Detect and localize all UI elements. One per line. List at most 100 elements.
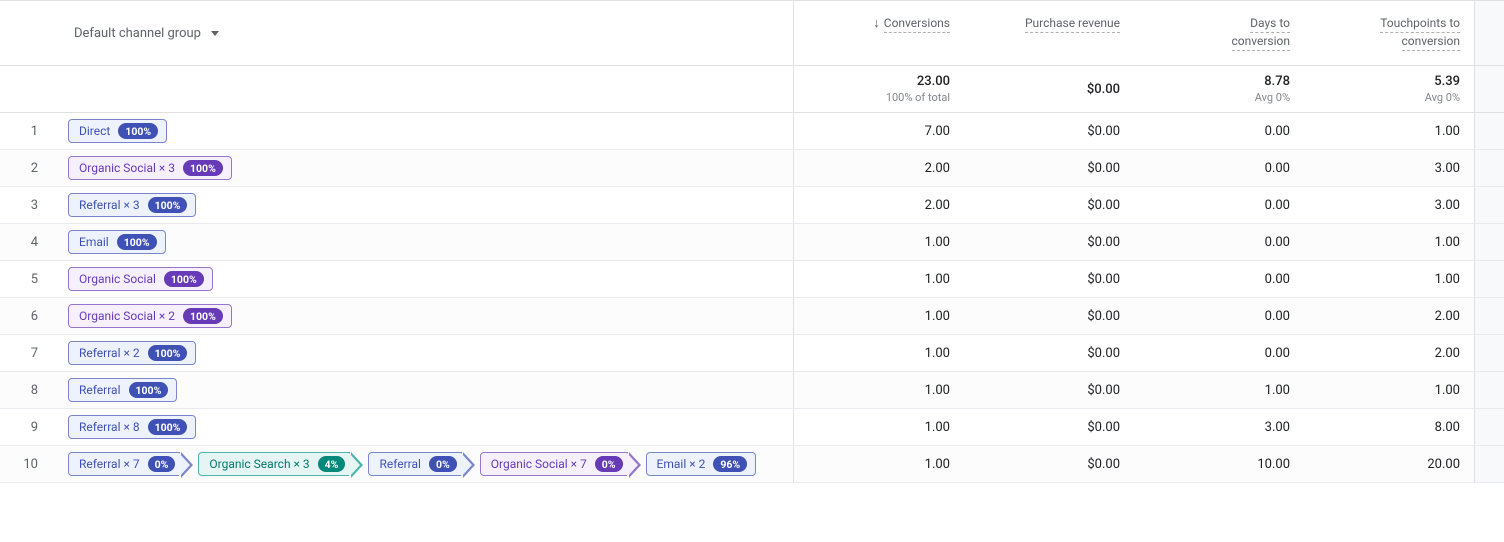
path-chip-label: Email — [79, 235, 109, 249]
totals-cell: 5.39Avg 0% — [1304, 66, 1474, 112]
path-chip-label: Email × 2 — [657, 457, 706, 471]
row-index: 10 — [0, 446, 50, 482]
metric-cell: 1.00 — [794, 372, 964, 408]
path-cell: Direct100% — [50, 113, 794, 149]
metric-cell: 2.00 — [794, 150, 964, 186]
table-totals-row: 23.00100% of total$0.008.78Avg 0%5.39Avg… — [0, 66, 1504, 113]
metric-value: 0.00 — [1265, 124, 1290, 139]
metric-value: 1.00 — [925, 383, 950, 398]
metric-value: 2.00 — [1435, 346, 1460, 361]
table-row[interactable]: 2Organic Social × 3100%2.00$0.000.003.00 — [0, 150, 1504, 187]
metric-value: 1.00 — [1435, 235, 1460, 250]
table-row[interactable]: 3Referral × 3100%2.00$0.000.003.00 — [0, 187, 1504, 224]
metric-value: 3.00 — [1265, 420, 1290, 435]
path-chip[interactable]: Referral × 2100% — [68, 341, 196, 365]
metric-value: 2.00 — [925, 198, 950, 213]
column-header[interactable]: Touchpoints toconversion — [1304, 1, 1474, 65]
metric-cell: 2.00 — [1304, 335, 1474, 371]
path-chip[interactable]: Organic Social × 3100% — [68, 156, 232, 180]
path-chip-label: Referral × 3 — [79, 198, 140, 212]
column-header[interactable]: Days toconversion — [1134, 1, 1304, 65]
column-header-label: conversion — [1402, 33, 1461, 51]
metric-cell: 0.00 — [1134, 224, 1304, 260]
path-chip-label: Direct — [79, 124, 110, 138]
path-chip-percent: 100% — [148, 419, 188, 435]
path-chip-label: Organic Social × 7 — [491, 457, 587, 471]
table-row[interactable]: 7Referral × 2100%1.00$0.000.002.00 — [0, 335, 1504, 372]
path-chip[interactable]: Referral × 70% — [68, 452, 180, 476]
column-header[interactable]: Purchase revenue — [964, 1, 1134, 65]
path-chip[interactable]: Referral 0% — [368, 452, 461, 476]
metric-value: $0.00 — [1087, 161, 1120, 176]
path-chip-percent: 100% — [183, 308, 223, 324]
row-index: 8 — [0, 372, 50, 408]
metric-value: 1.00 — [1265, 383, 1290, 398]
totals-dim-spacer — [50, 66, 794, 112]
path-chip-label: Referral — [379, 457, 421, 471]
metric-value: 7.00 — [925, 124, 950, 139]
totals-value: 23.00 — [917, 74, 950, 89]
metric-value: $0.00 — [1087, 198, 1120, 213]
metric-cell: 0.00 — [1134, 335, 1304, 371]
metric-value: 2.00 — [925, 161, 950, 176]
table-row[interactable]: 4Email100%1.00$0.000.001.00 — [0, 224, 1504, 261]
scrollbar-gutter — [1474, 372, 1504, 408]
column-header-label: Days to — [1250, 15, 1290, 33]
sort-descending-icon: ↓ — [873, 15, 880, 33]
path-chip[interactable]: Organic Social × 2100% — [68, 304, 232, 328]
path-cell: Referral × 3 100% — [50, 187, 794, 223]
metric-value: 1.00 — [925, 309, 950, 324]
path-chip[interactable]: Organic Social × 70% — [480, 452, 628, 476]
metric-value: 0.00 — [1265, 235, 1290, 250]
metric-cell: $0.00 — [964, 446, 1134, 482]
path-chip[interactable]: Direct100% — [68, 119, 167, 143]
metric-cell: 1.00 — [1304, 224, 1474, 260]
scrollbar-gutter — [1474, 409, 1504, 445]
path-chip[interactable]: Organic Social100% — [68, 267, 213, 291]
row-index: 2 — [0, 150, 50, 186]
totals-value: 8.78 — [1264, 74, 1290, 89]
metric-cell: 1.00 — [1304, 261, 1474, 297]
row-index: 5 — [0, 261, 50, 297]
totals-cell: 8.78 Avg 0% — [1134, 66, 1304, 112]
metric-cell: 3.00 — [1304, 150, 1474, 186]
totals-subtext: Avg 0% — [1255, 91, 1290, 104]
path-chip[interactable]: Email100% — [68, 230, 166, 254]
column-header[interactable]: ↓Conversions — [794, 1, 964, 65]
metric-value: 1.00 — [925, 346, 950, 361]
path-chip-label: Referral — [79, 383, 121, 397]
path-chip-label: Referral × 8 — [79, 420, 140, 434]
scrollbar-gutter — [1474, 298, 1504, 334]
path-chip[interactable]: Email × 296% — [646, 452, 757, 476]
path-cell: Organic Social100% — [50, 261, 794, 297]
table-row[interactable]: 5Organic Social100%1.00$0.000.001.00 — [0, 261, 1504, 298]
table-row[interactable]: 6Organic Social × 2100%1.00$0.000.002.00 — [0, 298, 1504, 335]
table-row[interactable]: 1Direct100%7.00$0.000.001.00 — [0, 113, 1504, 150]
path-chip[interactable]: Referral × 8 100% — [68, 415, 196, 439]
metric-cell: 1.00 — [1134, 372, 1304, 408]
scrollbar-gutter — [1474, 261, 1504, 297]
path-cell: Organic Social × 2100% — [50, 298, 794, 334]
path-chip[interactable]: Referral100% — [68, 378, 177, 402]
table-row[interactable]: 10Referral × 70%Organic Search × 34%Refe… — [0, 446, 1504, 483]
dimension-selector[interactable]: Default channel group — [68, 26, 219, 41]
metric-value: $0.00 — [1087, 272, 1120, 287]
path-chip-label: Organic Social × 3 — [79, 161, 175, 175]
metric-value: 3.00 — [1435, 161, 1460, 176]
table-row[interactable]: 8Referral100%1.00$0.001.001.00 — [0, 372, 1504, 409]
column-header-label: conversion — [1232, 33, 1291, 51]
path-chip[interactable]: Referral × 3 100% — [68, 193, 196, 217]
metric-cell: 0.00 — [1134, 187, 1304, 223]
table-row[interactable]: 9Referral × 8100%1.00$0.003.008.00 — [0, 409, 1504, 446]
metric-value: $0.00 — [1087, 457, 1120, 472]
path-chip[interactable]: Organic Search × 34% — [198, 452, 350, 476]
totals-value: 5.39 — [1434, 74, 1460, 89]
scrollbar-gutter — [1474, 335, 1504, 371]
metric-value: $0.00 — [1087, 124, 1120, 139]
path-chip-percent: 100% — [148, 197, 188, 213]
metric-value: 0.00 — [1265, 198, 1290, 213]
path-chip-percent: 0% — [429, 456, 457, 472]
metric-cell: 3.00 — [1134, 409, 1304, 445]
metric-value: 1.00 — [925, 457, 950, 472]
path-cell: Referral × 70% Organic Search × 34% Referr… — [50, 446, 794, 482]
